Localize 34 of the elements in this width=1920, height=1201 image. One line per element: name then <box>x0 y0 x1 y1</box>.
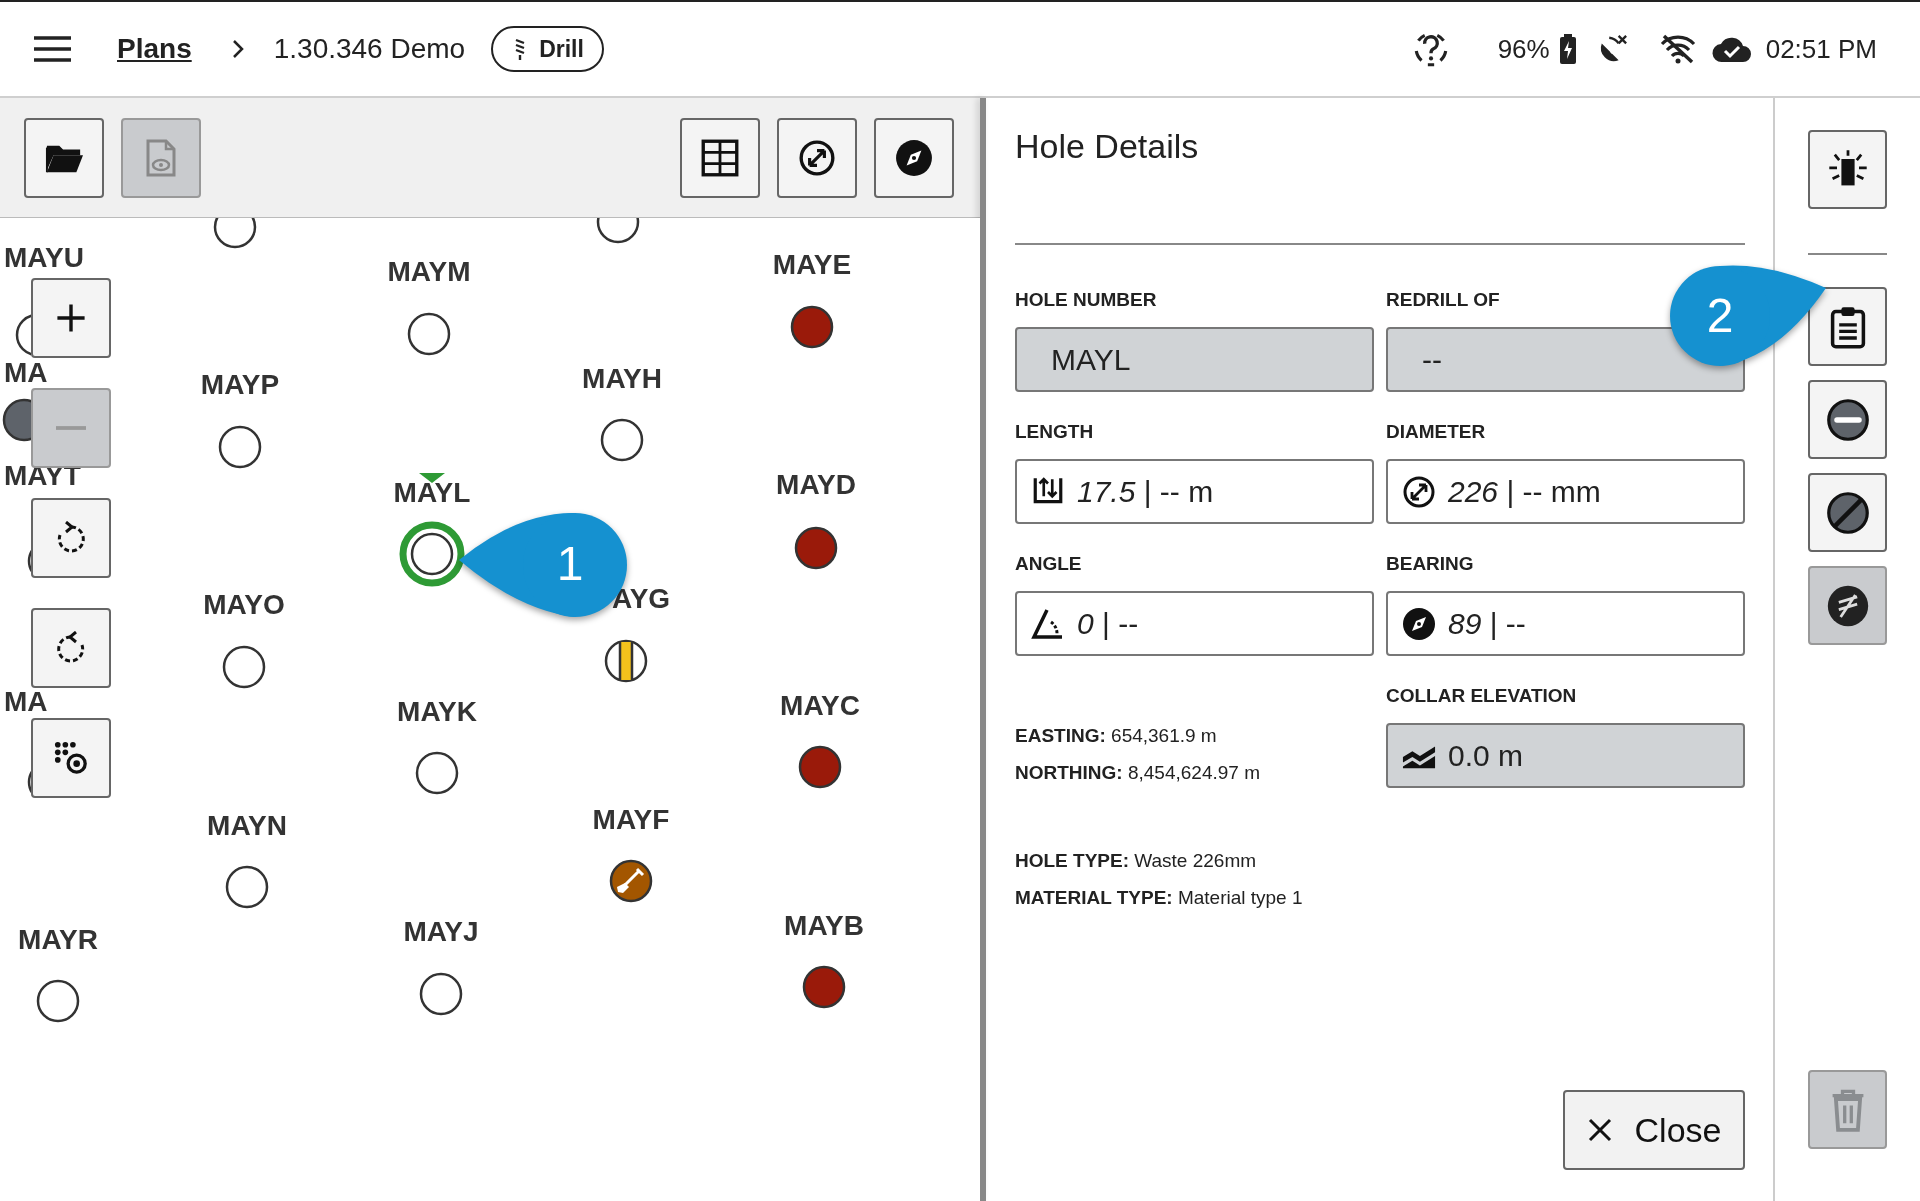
field-label: COLLAR ELEVATION <box>1386 685 1578 707</box>
hole-label: MAYE <box>772 251 852 279</box>
hole-label: MAYJ <box>403 918 479 946</box>
panel-title: Hole Details <box>1015 126 1200 166</box>
property-text: MATERIAL TYPE: Material type 1 <box>1015 886 1304 910</box>
plan-title: 1.30.346 Demo <box>273 33 466 65</box>
battery-percent: 96% <box>1497 33 1550 65</box>
hole-label: MAYB <box>784 912 864 940</box>
hole-label: MAYH <box>582 365 662 393</box>
field-label: LENGTH <box>1015 421 1095 443</box>
hole-label: MAYL <box>393 479 471 507</box>
clock-time: 02:51 PM <box>1765 33 1877 65</box>
field-label: DIAMETER <box>1386 421 1487 443</box>
hole-label: MAYC <box>780 692 860 720</box>
property-text: HOLE TYPE: Waste 226mm <box>1015 849 1258 873</box>
hole-label: MAYR <box>18 926 98 954</box>
coordinate-text: NORTHING: 8,454,624.97 m <box>1015 761 1261 785</box>
hole-label: MA <box>4 688 48 716</box>
hole-label: MAYP <box>200 371 280 399</box>
field-label: HOLE NUMBER <box>1015 289 1158 311</box>
field-label: BEARING <box>1386 553 1475 575</box>
field-label: ANGLE <box>1015 553 1083 575</box>
hole-label: MAYK <box>397 698 477 726</box>
hole-label: MAYF <box>592 806 670 834</box>
hole-label: AYG <box>612 585 671 613</box>
hole-label: MAYO <box>203 591 285 619</box>
callout-number: 1 <box>556 537 584 590</box>
hole-label: MAYM <box>387 258 471 286</box>
hole-label: MAYN <box>207 812 287 840</box>
hole-label: MA <box>4 359 48 387</box>
coordinate-text: EASTING: 654,361.9 m <box>1015 724 1218 748</box>
field-label: REDRILL OF <box>1386 289 1501 311</box>
hole-label: MAYD <box>776 471 856 499</box>
hole-label: MAYU <box>4 244 84 272</box>
